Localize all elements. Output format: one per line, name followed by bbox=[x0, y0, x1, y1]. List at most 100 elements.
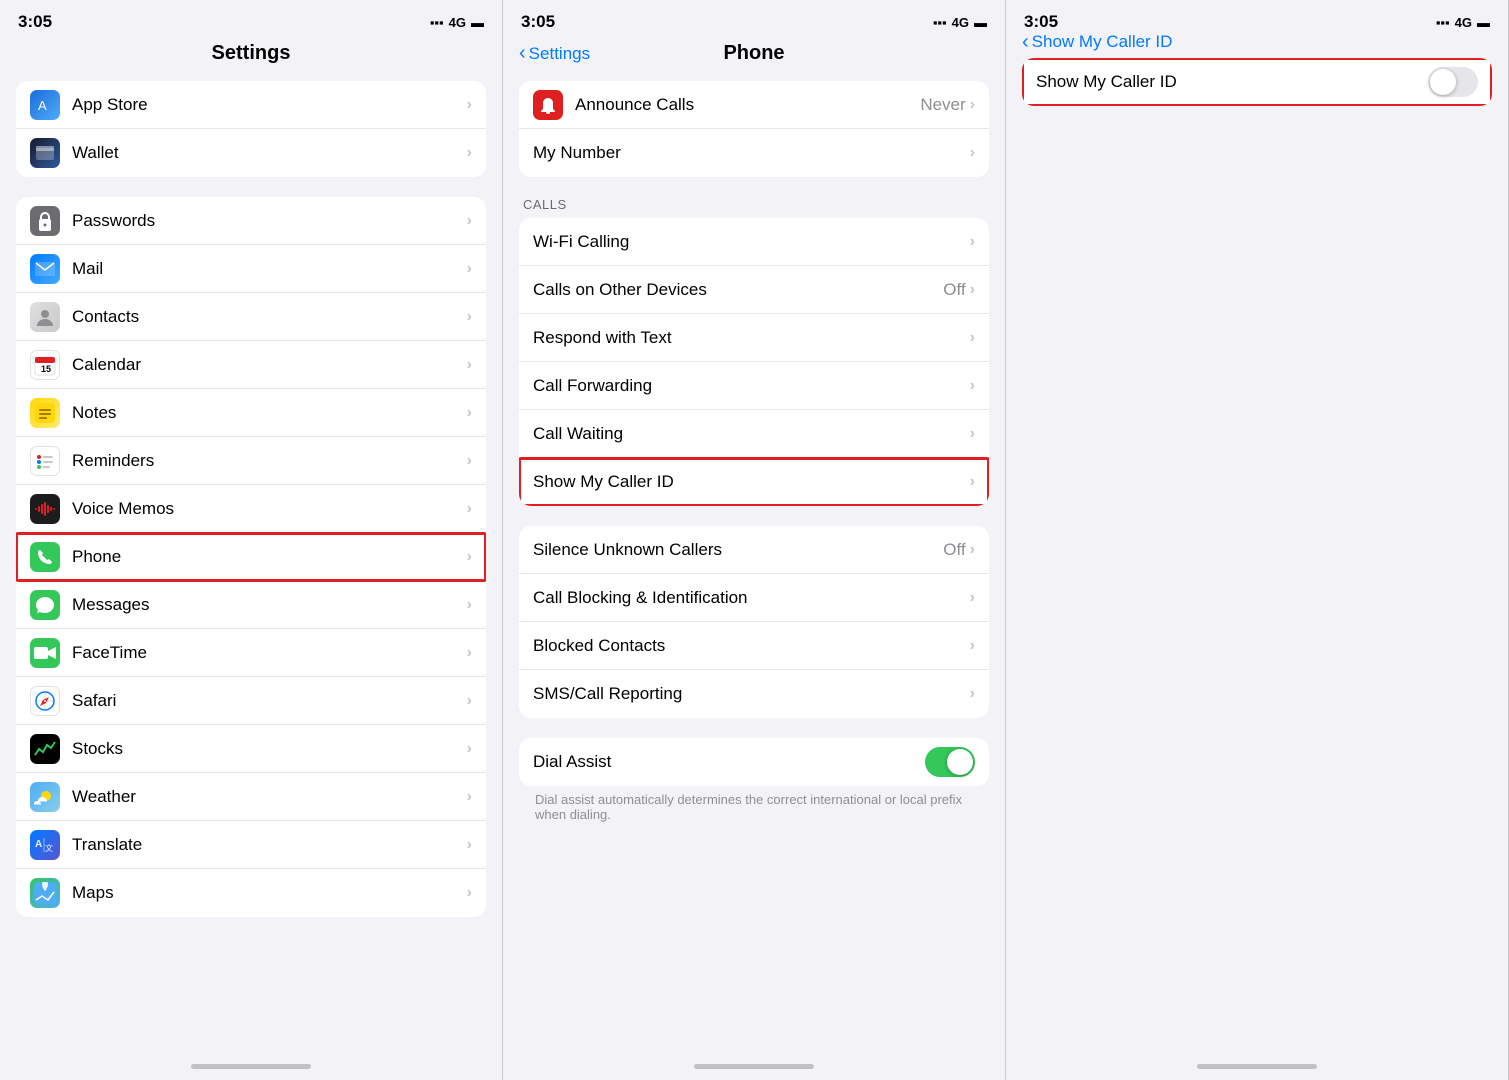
stocks-label: Stocks bbox=[72, 739, 467, 759]
settings-item-phone[interactable]: Phone › bbox=[16, 533, 486, 581]
translate-icon: A 文 bbox=[30, 830, 60, 860]
callblocking-label: Call Blocking & Identification bbox=[533, 588, 970, 608]
wallet-chevron: › bbox=[467, 144, 472, 162]
voicememos-icon bbox=[30, 494, 60, 524]
notes-chevron: › bbox=[467, 404, 472, 422]
dialassist-toggle[interactable] bbox=[925, 747, 975, 777]
phone-item-respondtext[interactable]: Respond with Text › bbox=[519, 314, 989, 362]
back-chevron-3: ‹ bbox=[1022, 31, 1029, 54]
settings-item-appstore[interactable]: A App Store › bbox=[16, 81, 486, 129]
settings-item-facetime[interactable]: FaceTime › bbox=[16, 629, 486, 677]
phone-item-smscall[interactable]: SMS/Call Reporting › bbox=[519, 670, 989, 718]
phone-scroll[interactable]: Announce Calls Never › My Number › CALLS… bbox=[503, 73, 1005, 1056]
settings-item-voicememos[interactable]: Voice Memos › bbox=[16, 485, 486, 533]
battery-icon-1: ▬ bbox=[471, 15, 484, 30]
settings-scroll[interactable]: A App Store › Wallet › bbox=[0, 73, 502, 1056]
settings-main-section: Passwords › Mail › bbox=[16, 197, 486, 917]
facetime-label: FaceTime bbox=[72, 643, 467, 663]
phone-item-silenceunknown[interactable]: Silence Unknown Callers Off › bbox=[519, 526, 989, 574]
settings-top-section: A App Store › Wallet › bbox=[16, 81, 486, 177]
settings-item-contacts[interactable]: Contacts › bbox=[16, 293, 486, 341]
home-bar-3 bbox=[1006, 1056, 1508, 1080]
phone-item-dialassist[interactable]: Dial Assist bbox=[519, 738, 989, 786]
reminders-chevron: › bbox=[467, 452, 472, 470]
svg-text:A: A bbox=[35, 839, 42, 850]
settings-nav: Settings bbox=[0, 36, 502, 73]
callerid-back-button[interactable]: ‹ Show My Caller ID bbox=[1022, 31, 1172, 54]
callforward-chevron: › bbox=[970, 377, 975, 395]
wificalling-chevron: › bbox=[970, 233, 975, 251]
settings-item-maps[interactable]: Maps › bbox=[16, 869, 486, 917]
translate-label: Translate bbox=[72, 835, 467, 855]
signal-icon-3: ▪▪▪ bbox=[1436, 15, 1450, 30]
weather-chevron: › bbox=[467, 788, 472, 806]
maps-label: Maps bbox=[72, 883, 467, 903]
wallet-label: Wallet bbox=[72, 143, 467, 163]
callerid-item[interactable]: Show My Caller ID bbox=[1022, 58, 1492, 106]
callblocking-chevron: › bbox=[970, 589, 975, 607]
network-label-1: 4G bbox=[449, 15, 466, 30]
contacts-chevron: › bbox=[467, 308, 472, 326]
phone-panel: 3:05 ▪▪▪ 4G ▬ ‹ Settings Phone bbox=[503, 0, 1006, 1080]
phone-chevron: › bbox=[467, 548, 472, 566]
smscall-label: SMS/Call Reporting bbox=[533, 684, 970, 704]
callerid-toggle[interactable] bbox=[1428, 67, 1478, 97]
status-icons-2: ▪▪▪ 4G ▬ bbox=[933, 15, 987, 30]
phone-item-callblocking[interactable]: Call Blocking & Identification › bbox=[519, 574, 989, 622]
settings-item-passwords[interactable]: Passwords › bbox=[16, 197, 486, 245]
facetime-chevron: › bbox=[467, 644, 472, 662]
calls-section-label: CALLS bbox=[519, 197, 989, 218]
phone-dialassist-group: Dial Assist bbox=[519, 738, 989, 786]
settings-item-mail[interactable]: Mail › bbox=[16, 245, 486, 293]
phone-item-mynumber[interactable]: My Number › bbox=[519, 129, 989, 177]
callforward-label: Call Forwarding bbox=[533, 376, 970, 396]
showcallerid-chevron: › bbox=[970, 473, 975, 491]
settings-item-messages[interactable]: Messages › bbox=[16, 581, 486, 629]
phone-item-showcallerid[interactable]: Show My Caller ID › bbox=[519, 458, 989, 506]
phone-back-button[interactable]: ‹ Settings bbox=[519, 42, 590, 65]
passwords-label: Passwords bbox=[72, 211, 467, 231]
settings-item-stocks[interactable]: Stocks › bbox=[16, 725, 486, 773]
phone-item-callforward[interactable]: Call Forwarding › bbox=[519, 362, 989, 410]
callerid-back-label: Show My Caller ID bbox=[1032, 32, 1173, 52]
phone-bottom-group: Silence Unknown Callers Off › Call Block… bbox=[519, 526, 989, 718]
phone-item-blockedcontacts[interactable]: Blocked Contacts › bbox=[519, 622, 989, 670]
phone-item-callsother[interactable]: Calls on Other Devices Off › bbox=[519, 266, 989, 314]
blockedcontacts-chevron: › bbox=[970, 637, 975, 655]
mail-chevron: › bbox=[467, 260, 472, 278]
phone-nav: ‹ Settings Phone bbox=[503, 36, 1005, 73]
voicememos-label: Voice Memos bbox=[72, 499, 467, 519]
callsother-chevron: › bbox=[970, 281, 975, 299]
contacts-label: Contacts bbox=[72, 307, 467, 327]
callerid-panel: 3:05 ▪▪▪ 4G ▬ ‹ Show My Caller ID Show M… bbox=[1006, 0, 1509, 1080]
phone-title: Phone bbox=[723, 42, 784, 65]
settings-item-weather[interactable]: Weather › bbox=[16, 773, 486, 821]
wificalling-label: Wi-Fi Calling bbox=[533, 232, 970, 252]
settings-item-notes[interactable]: Notes › bbox=[16, 389, 486, 437]
weather-label: Weather bbox=[72, 787, 467, 807]
settings-item-translate[interactable]: A 文 Translate › bbox=[16, 821, 486, 869]
mail-label: Mail bbox=[72, 259, 467, 279]
phone-item-callwaiting[interactable]: Call Waiting › bbox=[519, 410, 989, 458]
phone-icon bbox=[30, 542, 60, 572]
settings-item-safari[interactable]: Safari › bbox=[16, 677, 486, 725]
settings-panel: 3:05 ▪▪▪ 4G ▬ Settings A App Store › bbox=[0, 0, 503, 1080]
settings-item-wallet[interactable]: Wallet › bbox=[16, 129, 486, 177]
smscall-chevron: › bbox=[970, 685, 975, 703]
messages-label: Messages bbox=[72, 595, 467, 615]
calendar-icon: 15 bbox=[30, 350, 60, 380]
phone-bottom-section: Silence Unknown Callers Off › Call Block… bbox=[519, 526, 989, 718]
notes-label: Notes bbox=[72, 403, 467, 423]
phone-calls-section: CALLS Wi-Fi Calling › Calls on Other Dev… bbox=[519, 197, 989, 506]
settings-item-reminders[interactable]: Reminders › bbox=[16, 437, 486, 485]
phone-item-announce[interactable]: Announce Calls Never › bbox=[519, 81, 989, 129]
translate-chevron: › bbox=[467, 836, 472, 854]
settings-item-calendar[interactable]: 15 Calendar › bbox=[16, 341, 486, 389]
battery-icon-2: ▬ bbox=[974, 15, 987, 30]
announce-label: Announce Calls bbox=[575, 95, 920, 115]
phone-item-wificalling[interactable]: Wi-Fi Calling › bbox=[519, 218, 989, 266]
callerid-group: Show My Caller ID bbox=[1022, 58, 1492, 106]
callerid-scroll[interactable]: Show My Caller ID bbox=[1006, 50, 1508, 1056]
toggle-thumb bbox=[947, 749, 973, 775]
callsother-label: Calls on Other Devices bbox=[533, 280, 943, 300]
